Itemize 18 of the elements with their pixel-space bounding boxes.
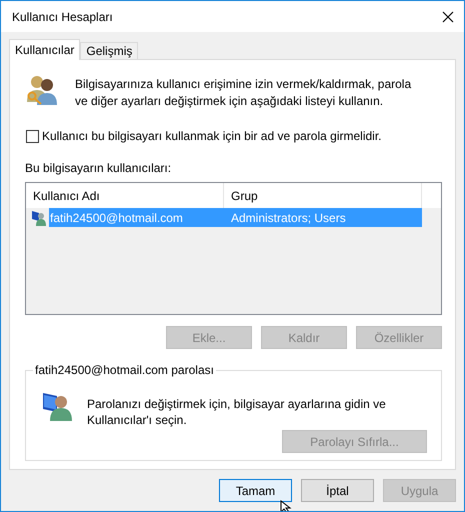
dialog-button[interactable]: Tamam (219, 479, 292, 502)
users-label: Bu bilgisayarın kullanıcıları: (25, 161, 172, 175)
checkbox-label: Kullanıcı bu bilgisayarı kullanmak için bir ad ve parola girmelidir. (42, 129, 382, 143)
cursor-icon (280, 500, 292, 511)
table-cell-text: fatih24500@hotmail.com (49, 210, 184, 224)
intro-text: Bilgisayarınıza kullanıcı erişimine izin vermek/kaldırmak, parola ve diğer ayarları değiştirmek için aşağıdaki listeyi kullanın. (75, 76, 412, 110)
group-title: fatih24500@hotmail.com parolası (33, 363, 216, 377)
user-computer-icon (41, 391, 73, 421)
password-text: Parolanızı değiştirmek için, bilgisayar ayarlarına gidin ve Kullanıcılar'ı seçin. (87, 396, 387, 428)
close-icon[interactable] (442, 10, 454, 22)
window-title: Kullanıcı Hesapları (12, 10, 113, 24)
dialog-button[interactable]: İptal (301, 479, 374, 502)
users-icon (25, 74, 59, 106)
tab[interactable]: Gelişmiş (80, 42, 138, 59)
table-cell-text: Administrators; Users (230, 210, 347, 224)
checkbox[interactable] (26, 130, 39, 142)
user-computer-icon (31, 210, 47, 226)
tab[interactable]: Kullanıcılar (9, 39, 80, 60)
